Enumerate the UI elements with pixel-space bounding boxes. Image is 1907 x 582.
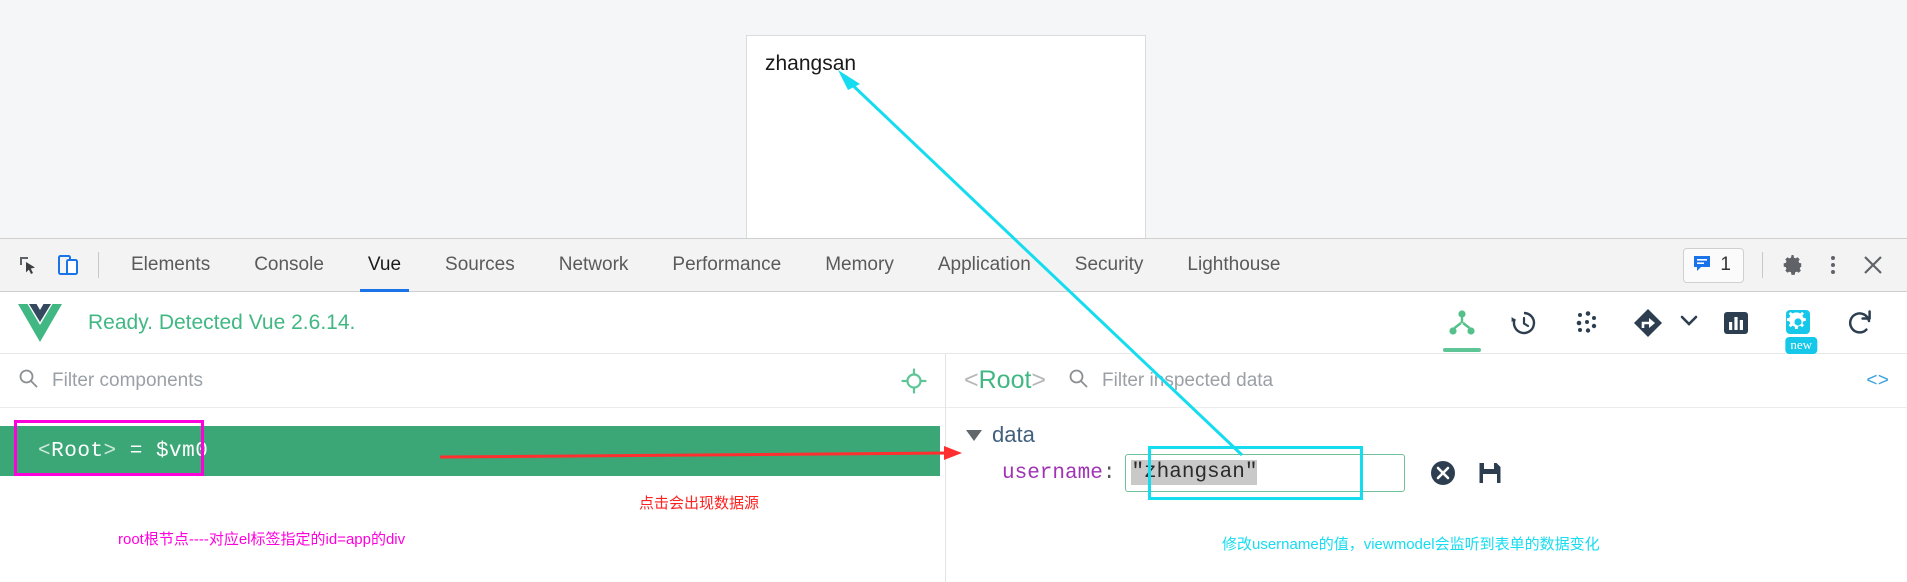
chevron-down-icon[interactable] xyxy=(966,429,982,441)
vue-toolbar: new xyxy=(1435,294,1907,354)
tab-performance[interactable]: Performance xyxy=(650,238,803,292)
filter-components-input[interactable] xyxy=(52,369,901,392)
angle-close: > xyxy=(103,439,117,463)
gear-icon[interactable] xyxy=(1773,245,1813,285)
vuex-dots-icon[interactable] xyxy=(1559,294,1613,352)
tab-label: Console xyxy=(254,254,324,275)
new-badge: new xyxy=(1785,336,1818,354)
data-field-actions xyxy=(1429,459,1503,487)
data-field-row: username : "zhangsan" xyxy=(966,454,1907,492)
components-pane: <Root> = $vm0 xyxy=(0,354,945,582)
components-filter-row xyxy=(0,354,945,408)
refresh-icon[interactable] xyxy=(1833,294,1887,352)
settings-gear-icon[interactable]: new xyxy=(1771,294,1825,354)
vue-status-text: Ready. Detected Vue 2.6.14. xyxy=(88,310,356,334)
tab-label: Memory xyxy=(825,254,894,275)
tab-vue[interactable]: Vue xyxy=(346,238,423,292)
tab-label: Vue xyxy=(367,254,402,275)
cancel-circle-icon[interactable] xyxy=(1429,459,1457,487)
message-icon xyxy=(1692,253,1712,278)
web-page-viewport: zhangsan xyxy=(0,0,1907,238)
tab-network[interactable]: Network xyxy=(537,238,651,292)
tab-label: Security xyxy=(1074,254,1144,275)
vue-devtools-body: <Root> = $vm0 <Root> <> xyxy=(0,354,1907,582)
tab-security[interactable]: Security xyxy=(1053,238,1166,292)
devtools-tabs: Elements Console Vue Sources Network Per… xyxy=(109,238,1302,292)
tab-console[interactable]: Console xyxy=(232,238,346,292)
tab-label: Lighthouse xyxy=(1187,254,1281,275)
component-tree-row-root[interactable]: <Root> = $vm0 xyxy=(0,426,940,476)
data-field-value-input[interactable] xyxy=(1125,454,1406,492)
component-name: Root xyxy=(51,439,104,463)
data-group-label: data xyxy=(992,422,1035,447)
tab-label: Application xyxy=(937,254,1031,275)
data-group-header[interactable]: data xyxy=(966,422,1907,448)
kebab-dots xyxy=(1831,256,1835,274)
message-count-button[interactable]: 1 xyxy=(1683,247,1744,283)
inspect-element-icon[interactable] xyxy=(8,245,48,285)
timeline-history-icon[interactable] xyxy=(1497,294,1551,352)
component-tree-label: <Root> = $vm0 xyxy=(38,440,208,463)
components-tree-icon[interactable] xyxy=(1435,294,1489,352)
device-toolbar-icon[interactable] xyxy=(48,245,88,285)
page-card: zhangsan xyxy=(746,35,1146,238)
devtools-screenshot: zhangsan Elements Console Vue Sources Ne… xyxy=(0,0,1907,582)
tab-lighthouse[interactable]: Lighthouse xyxy=(1165,238,1302,292)
code-view-toggle[interactable]: <> xyxy=(1866,370,1889,392)
tab-label: Performance xyxy=(672,254,782,275)
tab-application[interactable]: Application xyxy=(916,238,1053,292)
inspector-data-section: data username : "zhangsan" xyxy=(946,408,1907,492)
tab-memory[interactable]: Memory xyxy=(803,238,916,292)
save-floppy-icon[interactable] xyxy=(1477,460,1503,486)
inspector-header: <Root> <> xyxy=(946,354,1907,408)
vue-panel-header: Ready. Detected Vue 2.6.14. new xyxy=(0,292,1907,354)
inspector-pane: <Root> <> data xyxy=(946,354,1907,582)
angle-close: > xyxy=(1031,366,1047,394)
search-icon xyxy=(1068,368,1088,393)
tab-label: Elements xyxy=(131,254,211,275)
filter-inspected-data-input[interactable] xyxy=(1102,369,1867,392)
chevron-down-icon[interactable] xyxy=(1677,308,1701,337)
inspector-filter-row xyxy=(1068,368,1867,393)
tab-elements[interactable]: Elements xyxy=(109,238,232,292)
data-field-editor: "zhangsan" xyxy=(1125,454,1406,492)
angle-open: < xyxy=(38,439,52,463)
performance-bars-icon[interactable] xyxy=(1709,294,1763,352)
inspected-component-title: <Root> xyxy=(964,366,1046,395)
routing-diamond-icon[interactable] xyxy=(1621,294,1675,352)
page-username-text: zhangsan xyxy=(765,52,857,75)
data-field-colon: : xyxy=(1102,461,1116,485)
angle-open: < xyxy=(964,366,979,394)
toolbar-divider-right xyxy=(1762,252,1763,278)
inspected-component-name: Root xyxy=(978,366,1032,394)
tab-sources[interactable]: Sources xyxy=(423,238,537,292)
tab-label: Sources xyxy=(445,254,515,275)
message-count: 1 xyxy=(1720,254,1731,275)
kebab-menu-icon[interactable] xyxy=(1813,245,1853,285)
close-icon[interactable] xyxy=(1853,245,1893,285)
devtools-tabbar: Elements Console Vue Sources Network Per… xyxy=(0,238,1907,292)
toolbar-divider xyxy=(98,252,99,278)
target-crosshair-icon[interactable] xyxy=(901,367,927,394)
vue-logo-icon xyxy=(16,301,64,345)
search-icon xyxy=(18,368,38,393)
devtools-toolbar-right: 1 xyxy=(1683,245,1907,285)
tab-label: Network xyxy=(558,254,629,275)
component-assignment: = $vm0 xyxy=(116,439,209,463)
data-field-key: username xyxy=(1002,461,1103,485)
